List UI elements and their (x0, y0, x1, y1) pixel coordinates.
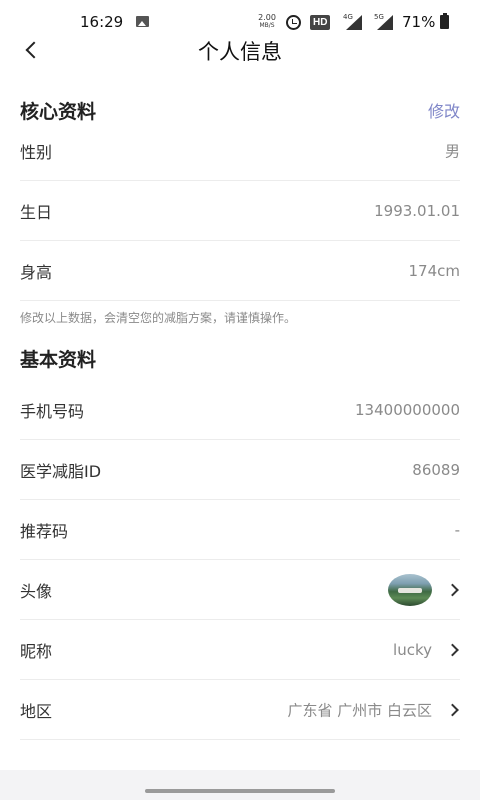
row-value: 广东省 广州市 白云区 (287, 701, 432, 719)
row-label: 医学减脂ID (20, 461, 102, 481)
row-label: 推荐码 (20, 521, 69, 541)
chevron-right-icon (446, 643, 459, 656)
row-value: 1993.01.01 (374, 201, 460, 220)
core-section-title: 核心资料 (20, 101, 97, 123)
battery-percentage: 71% (402, 13, 436, 31)
row-label: 地区 (20, 701, 53, 721)
row-label: 手机号码 (20, 401, 85, 421)
chevron-right-icon (446, 703, 459, 716)
battery-icon (440, 13, 449, 29)
row-height[interactable]: 身高 174cm (20, 241, 460, 301)
row-label: 性别 (20, 142, 53, 162)
row-gender[interactable]: 性别 男 (20, 121, 460, 181)
row-label: 身高 (20, 262, 53, 282)
core-data-warning-note: 修改以上数据，会清空您的减脂方案，请谨慎操作。 (20, 311, 297, 325)
navigation-bar: 个人信息 (0, 34, 480, 66)
row-referral-code: 推荐码 - (20, 500, 460, 560)
edit-core-info-button[interactable]: 修改 (428, 98, 460, 122)
row-medical-id: 医学减脂ID 86089 (20, 440, 460, 500)
row-nickname[interactable]: 昵称 lucky (20, 620, 460, 680)
row-value: lucky (393, 640, 432, 659)
network-speed-value: 2.00 (258, 13, 276, 22)
page-title: 个人信息 (198, 40, 282, 64)
row-value: 86089 (412, 460, 460, 479)
row-value: 174cm (408, 261, 461, 280)
home-indicator[interactable] (145, 789, 335, 793)
hd-badge: HD (310, 15, 331, 30)
network-speed-unit: MB/S (259, 22, 275, 29)
row-birthday[interactable]: 生日 1993.01.01 (20, 181, 460, 241)
row-avatar[interactable]: 头像 (20, 560, 460, 620)
row-value: 男 (444, 142, 460, 160)
row-phone: 手机号码 13400000000 (20, 380, 460, 440)
row-value: - (454, 520, 460, 539)
status-time: 16:29 (80, 13, 124, 31)
chevron-right-icon (446, 583, 459, 596)
alarm-icon (286, 15, 301, 30)
row-region[interactable]: 地区 广东省 广州市 白云区 (20, 680, 460, 740)
network-speed: 2.00 MB/S (255, 14, 279, 30)
avatar (388, 574, 432, 606)
image-icon (136, 16, 149, 27)
row-label: 昵称 (20, 641, 53, 661)
signal-icon (377, 15, 393, 30)
bottom-area (0, 770, 480, 800)
row-label: 头像 (20, 581, 53, 601)
row-value: 13400000000 (355, 400, 460, 419)
basic-section-title: 基本资料 (20, 349, 97, 371)
row-label: 生日 (20, 202, 53, 222)
signal-icon (346, 15, 362, 30)
